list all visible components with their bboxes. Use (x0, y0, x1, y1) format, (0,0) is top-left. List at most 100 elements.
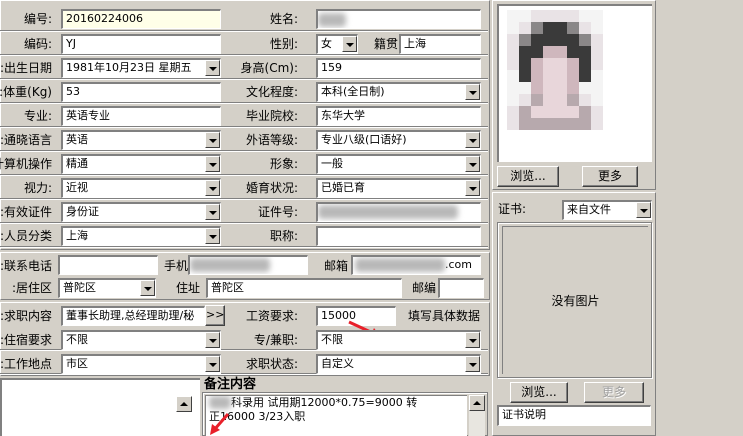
height-field[interactable]: 159 (316, 58, 481, 78)
cert-empty-text: 没有图片 (502, 226, 648, 374)
hometown-field[interactable]: 上海 (399, 34, 481, 54)
address-field[interactable]: 普陀区 (206, 278, 402, 298)
code-label: 编码: (23, 37, 52, 51)
district-label: 居住区: (11, 281, 52, 295)
annotation-arrow-icon (210, 413, 230, 435)
idtype-label: 有效证件: (0, 205, 52, 219)
id-field[interactable]: 20160224006 (61, 9, 221, 29)
workplace-label: 工作地点: (0, 357, 52, 371)
chevron-down-icon[interactable] (205, 156, 220, 172)
cert-more-button[interactable]: 更多 (584, 382, 644, 403)
chevron-down-icon[interactable] (465, 332, 480, 348)
scroll-up-button[interactable] (176, 396, 192, 412)
status-select[interactable]: 自定义 (316, 354, 481, 374)
school-field[interactable]: 东华大学 (316, 106, 481, 126)
chevron-down-icon[interactable] (205, 204, 220, 220)
notes-textarea[interactable]: 科录用 试用期12000*0.75=9000 转 正16000 3/23入职 (205, 395, 467, 436)
gender-label: 性别: (269, 37, 298, 51)
language-select[interactable]: 英语 (61, 130, 221, 150)
photo-mosaic (507, 10, 603, 130)
category-select[interactable]: 上海 (61, 226, 221, 246)
district-select[interactable]: 普陀区 (58, 278, 156, 298)
chevron-down-icon[interactable] (205, 356, 220, 372)
school-label: 毕业院校: (245, 109, 298, 123)
major-field[interactable]: 英语专业 (61, 106, 221, 126)
photo-browse-button[interactable]: 浏览... (497, 166, 559, 187)
salary-note: 填写具体数据 (408, 309, 481, 323)
image-label: 形象: (269, 157, 298, 171)
english-select[interactable]: 专业八级(口语好) (316, 130, 481, 150)
chevron-up-icon (473, 401, 481, 405)
chevron-down-icon[interactable] (465, 84, 480, 100)
name-label: 姓名: (269, 12, 298, 26)
chevron-down-icon[interactable] (140, 280, 155, 296)
email-field[interactable]: .com (351, 255, 481, 275)
title-label: 职称: (269, 229, 298, 243)
weight-field[interactable]: 53 (61, 82, 221, 102)
computer-label: 计算机操作: (0, 157, 52, 171)
notes-line: 正16000 3/23入职 (209, 410, 306, 423)
id-label: 编号: (23, 12, 52, 26)
cert-source-select[interactable]: 来自文件 (562, 200, 652, 220)
idnum-field[interactable] (316, 202, 481, 222)
hometown-label: 籍贯 (373, 37, 398, 51)
vision-label: 视力: (23, 181, 52, 195)
weight-label: 体重(Kg): (0, 85, 52, 99)
left-memo-box[interactable] (0, 378, 200, 436)
chevron-down-icon[interactable] (465, 180, 480, 196)
idtype-select[interactable]: 身份证 (61, 202, 221, 222)
job-label: 求职内容: (0, 309, 52, 323)
housing-label: 住宿要求: (0, 333, 52, 347)
chevron-down-icon[interactable] (205, 180, 220, 196)
chevron-down-icon[interactable] (465, 132, 480, 148)
phone-label: 联系电话: (0, 259, 52, 273)
vision-select[interactable]: 近视 (61, 178, 221, 198)
job-more-button[interactable]: >> (205, 305, 225, 326)
chevron-down-icon[interactable] (205, 60, 220, 76)
name-field[interactable] (316, 9, 481, 29)
notes-scrollbar[interactable] (468, 395, 485, 436)
computer-select[interactable]: 精通 (61, 154, 221, 174)
job-field[interactable]: 董事长助理,总经理助理/秘 (61, 306, 205, 326)
height-label: 身高(Cm): (240, 61, 298, 75)
birth-date-picker[interactable]: 1981年10月23日 星期五 (61, 58, 221, 78)
cert-browse-button[interactable]: 浏览... (510, 382, 568, 403)
chevron-down-icon[interactable] (465, 156, 480, 172)
workplace-select[interactable]: 市区 (61, 354, 221, 374)
cert-label: 证书: (498, 202, 527, 216)
gender-select[interactable]: 女 (316, 34, 358, 54)
chevron-down-icon[interactable] (205, 332, 220, 348)
notes-line: 科录用 试用期12000*0.75=9000 转 (231, 396, 418, 409)
chevron-down-icon[interactable] (342, 36, 357, 52)
education-label: 文化程度: (245, 85, 298, 99)
mobile-field[interactable] (188, 255, 308, 275)
education-select[interactable]: 本科(全日制) (316, 82, 481, 102)
category-label: 人员分类: (0, 229, 52, 243)
parttime-select[interactable]: 不限 (316, 330, 481, 350)
title-field[interactable] (316, 226, 481, 246)
major-label: 专业: (23, 109, 52, 123)
chevron-down-icon[interactable] (465, 356, 480, 372)
photo-image (497, 4, 652, 162)
photo-more-button[interactable]: 更多 (582, 166, 638, 187)
marital-select[interactable]: 已婚已育 (316, 178, 481, 198)
chevron-up-icon (180, 402, 188, 406)
scroll-up-button[interactable] (469, 395, 485, 411)
chevron-down-icon[interactable] (636, 202, 651, 218)
postcode-field[interactable] (438, 278, 484, 298)
mobile-label: 手机 (163, 259, 188, 273)
cert-desc-field[interactable]: 证书说明 (497, 405, 651, 426)
postcode-label: 邮编 (411, 281, 436, 295)
chevron-down-icon[interactable] (205, 228, 220, 244)
email-label: 邮箱 (323, 259, 348, 273)
address-label: 住址 (175, 281, 200, 295)
chevron-down-icon[interactable] (205, 132, 220, 148)
image-select[interactable]: 一般 (316, 154, 481, 174)
code-field[interactable]: YJ (61, 34, 221, 54)
parttime-label: 专/兼职: (253, 333, 298, 347)
phone-field[interactable] (58, 255, 158, 275)
housing-select[interactable]: 不限 (61, 330, 221, 350)
english-label: 外语等级: (245, 133, 298, 147)
language-label: 通晓语言: (0, 133, 52, 147)
birth-label: 出生日期: (0, 61, 52, 75)
